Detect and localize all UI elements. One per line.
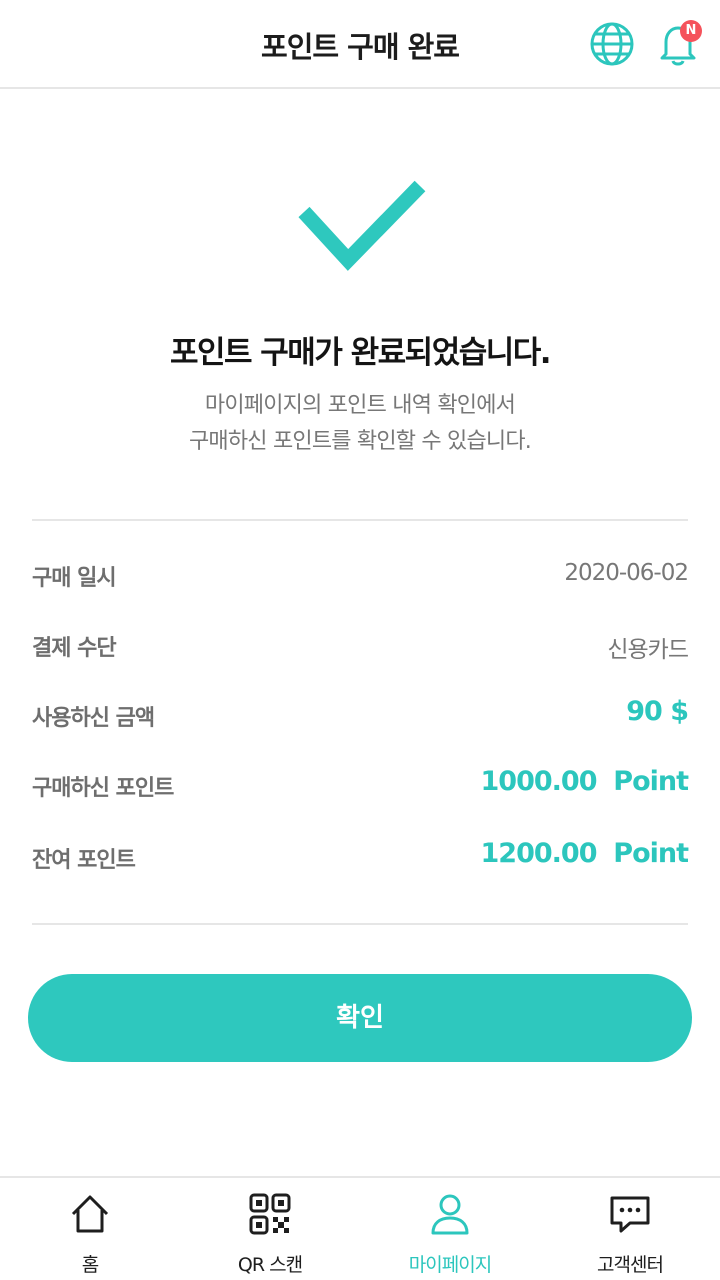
notification-button[interactable]: N bbox=[652, 18, 704, 70]
divider bbox=[32, 923, 688, 925]
nav-item-mypage[interactable]: 마이페이지 bbox=[360, 1178, 540, 1280]
nav-label: 고객센터 bbox=[597, 1254, 664, 1276]
language-button[interactable] bbox=[586, 18, 638, 70]
nav-label: 홈 bbox=[81, 1254, 99, 1276]
detail-label: 구매하신 포인트 bbox=[32, 776, 174, 801]
globe-icon bbox=[590, 22, 634, 66]
bottom-nav: 홈 QR 스캔 마이페이지 고객센터 bbox=[0, 1176, 720, 1280]
nav-item-qr-scan[interactable]: QR 스캔 bbox=[180, 1178, 360, 1280]
home-icon bbox=[71, 1195, 109, 1233]
nav-item-customer-center[interactable]: 고객센터 bbox=[540, 1178, 720, 1280]
success-description-line: 마이페이지의 포인트 내역 확인에서 bbox=[204, 393, 516, 418]
nav-label: 마이페이지 bbox=[408, 1254, 492, 1276]
success-description: 마이페이지의 포인트 내역 확인에서 구매하신 포인트를 확인할 수 있습니다. bbox=[0, 388, 720, 460]
header: 포인트 구매 완료 N bbox=[0, 0, 720, 89]
qr-icon bbox=[249, 1193, 291, 1235]
detail-row-purchase-date: 구매 일시 2020-06-02 bbox=[32, 556, 689, 596]
user-icon bbox=[431, 1194, 469, 1235]
detail-label: 사용하신 금액 bbox=[32, 706, 155, 731]
app-root: 포인트 구매 완료 N 포인트 구매가 완료되었습니다. 마이페이지의 포인트 … bbox=[0, 0, 720, 1280]
detail-row-amount: 사용하신 금액 90 $ bbox=[32, 696, 689, 736]
detail-value: 2020-06-02 bbox=[564, 560, 689, 586]
divider bbox=[32, 519, 688, 521]
detail-value: 1200.00 Point bbox=[480, 838, 689, 869]
notification-badge: N bbox=[680, 20, 702, 42]
checkmark-icon bbox=[298, 180, 426, 271]
detail-label: 구매 일시 bbox=[32, 566, 117, 591]
success-description-line: 구매하신 포인트를 확인할 수 있습니다. bbox=[188, 429, 532, 454]
nav-label: QR 스캔 bbox=[237, 1254, 303, 1276]
detail-value: 90 $ bbox=[626, 696, 689, 727]
detail-row-remaining-points: 잔여 포인트 1200.00 Point bbox=[32, 838, 689, 878]
chat-icon bbox=[610, 1196, 650, 1233]
detail-row-payment-method: 결제 수단 신용카드 bbox=[32, 626, 689, 666]
nav-item-home[interactable]: 홈 bbox=[0, 1178, 180, 1280]
detail-label: 잔여 포인트 bbox=[32, 848, 136, 873]
confirm-button[interactable]: 확인 bbox=[28, 974, 692, 1062]
detail-value: 신용카드 bbox=[607, 637, 689, 663]
detail-row-purchased-points: 구매하신 포인트 1000.00 Point bbox=[32, 766, 689, 806]
success-title: 포인트 구매가 완료되었습니다. bbox=[169, 335, 552, 371]
detail-value: 1000.00 Point bbox=[480, 766, 689, 797]
detail-label: 결제 수단 bbox=[32, 636, 117, 661]
